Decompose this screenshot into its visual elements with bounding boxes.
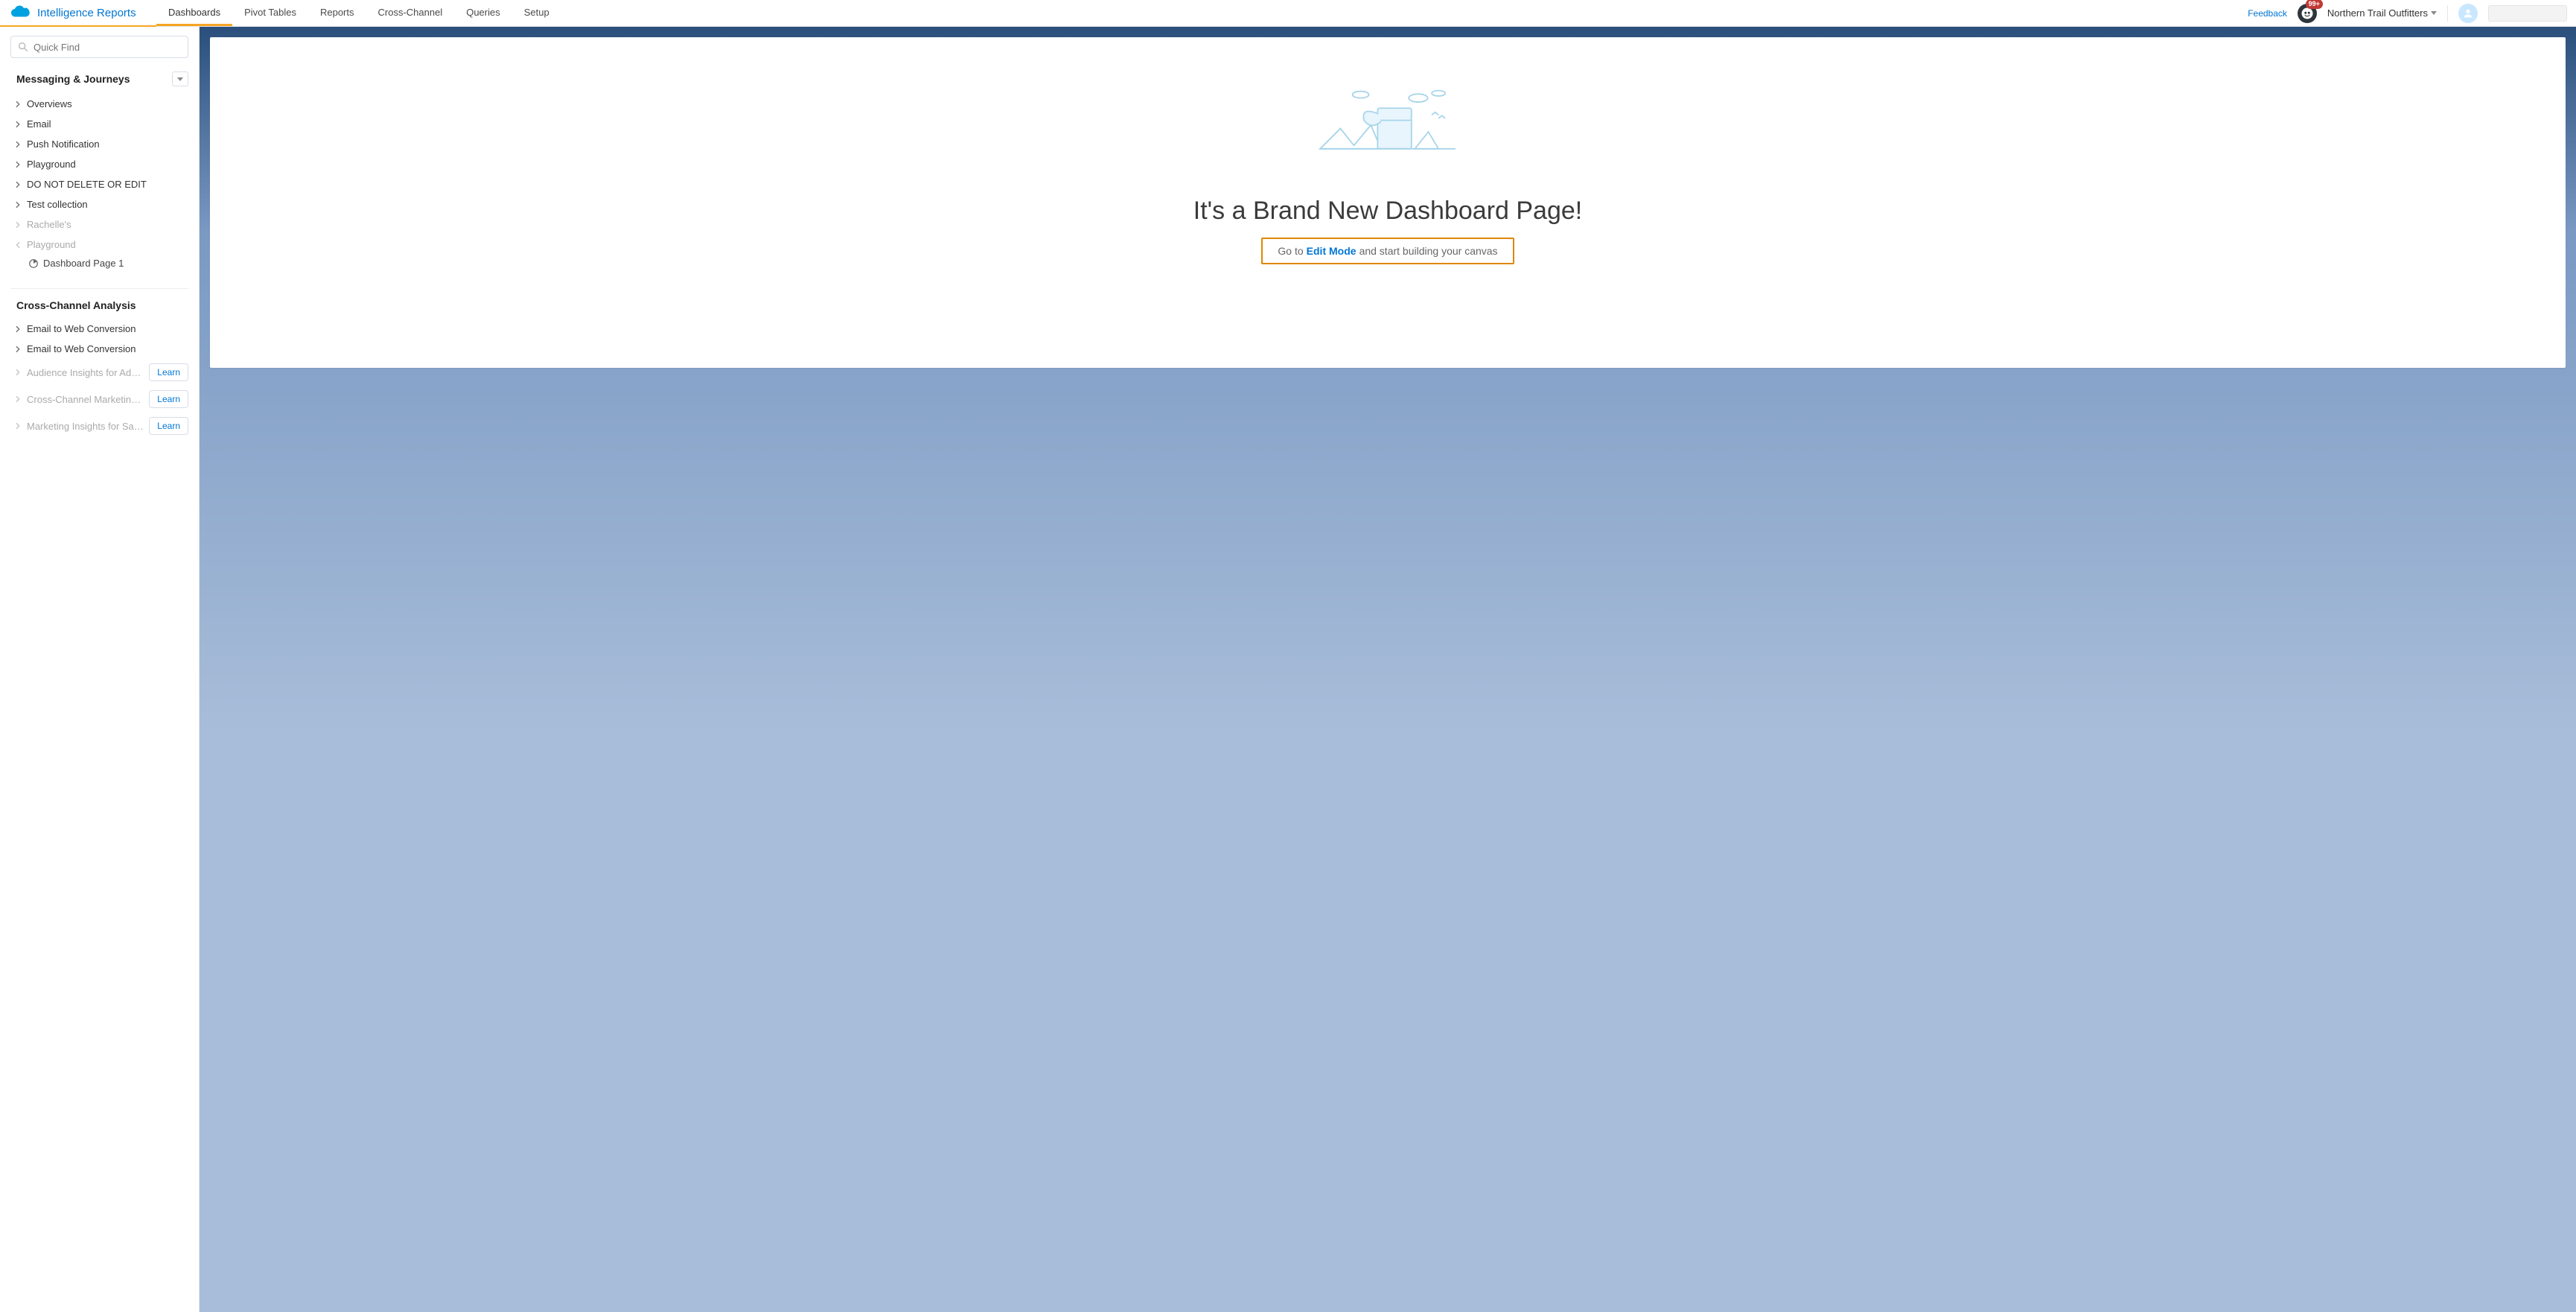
top-search-input[interactable] xyxy=(2488,5,2567,22)
sidebar-item-playground[interactable]: Playground xyxy=(6,154,193,174)
notifications-button[interactable]: 99+ xyxy=(2298,4,2317,23)
sidebar-item-label: Push Notification xyxy=(27,138,188,150)
sidebar: Messaging & Journeys Overviews Email Push … xyxy=(0,27,200,1312)
empty-state-title: It's a Brand New Dashboard Page! xyxy=(1193,197,1582,226)
top-bar: Intelligence Reports DashboardsPivot Tab… xyxy=(0,0,2576,27)
sidebar-item-push-notification[interactable]: Push Notification xyxy=(6,134,193,154)
sidebar-item-email[interactable]: Email xyxy=(6,114,193,134)
sidebar-item-rachelle-s[interactable]: Rachelle's xyxy=(6,214,193,235)
edit-mode-callout: Go to Edit Mode and start building your … xyxy=(1261,238,1514,264)
dashboard-icon xyxy=(28,258,39,269)
sidebar-item-label: Playground xyxy=(27,239,188,250)
chevron-right-icon xyxy=(13,325,22,333)
logo-area: Intelligence Reports xyxy=(0,3,156,23)
chevron-right-icon xyxy=(13,369,22,376)
learn-button[interactable]: Learn xyxy=(149,390,188,408)
tab-reports[interactable]: Reports xyxy=(308,0,366,26)
quick-find-input[interactable] xyxy=(34,42,182,53)
section-title-cross-channel: Cross-Channel Analysis xyxy=(0,292,199,316)
feedback-link[interactable]: Feedback xyxy=(2248,8,2287,19)
quick-find[interactable] xyxy=(10,36,188,58)
body: Messaging & Journeys Overviews Email Push … xyxy=(0,27,2576,1312)
sidebar-subitem-label: Dashboard Page 1 xyxy=(43,258,124,269)
chevron-right-icon xyxy=(13,161,22,168)
sidebar-item-label: Email to Web Conversion xyxy=(27,323,188,334)
notification-badge: 99+ xyxy=(2306,0,2323,9)
sidebar-item-marketing-insights-for-sal[interactable]: Marketing Insights for Sal… Learn xyxy=(6,413,193,439)
section-dropdown-button[interactable] xyxy=(172,71,188,86)
learn-button[interactable]: Learn xyxy=(149,417,188,435)
tree-messaging: Overviews Email Push Notification Playgroun… xyxy=(0,91,199,281)
main-canvas-area: It's a Brand New Dashboard Page! Go to E… xyxy=(200,27,2576,1312)
chevron-right-icon xyxy=(13,101,22,108)
divider xyxy=(2447,5,2448,22)
sidebar-item-label: Overviews xyxy=(27,98,188,109)
chevron-right-icon xyxy=(13,395,22,403)
section-title: Messaging & Journeys xyxy=(16,73,130,85)
section-header-messaging: Messaging & Journeys xyxy=(0,66,199,91)
tree-cross-channel: Email to Web Conversion Email to Web Conv… xyxy=(0,316,199,448)
chevron-right-icon xyxy=(13,121,22,128)
sidebar-item-label: Email xyxy=(27,118,188,130)
sidebar-item-cross-channel-marketing[interactable]: Cross-Channel Marketing … Learn xyxy=(6,386,193,413)
app-title: Intelligence Reports xyxy=(37,7,136,19)
chevron-down-icon xyxy=(2431,11,2437,15)
chevron-right-icon xyxy=(13,241,22,249)
tab-pivot-tables[interactable]: Pivot Tables xyxy=(232,0,308,26)
sidebar-item-label: Email to Web Conversion xyxy=(27,343,188,354)
sidebar-item-overviews[interactable]: Overviews xyxy=(6,94,193,114)
learn-button[interactable]: Learn xyxy=(149,363,188,381)
sidebar-item-label: Rachelle's xyxy=(27,219,188,230)
chevron-right-icon xyxy=(13,422,22,430)
org-picker[interactable]: Northern Trail Outfitters xyxy=(2327,7,2437,19)
sidebar-item-label: Playground xyxy=(27,159,188,170)
user-avatar[interactable] xyxy=(2458,4,2478,23)
chevron-right-icon xyxy=(13,201,22,208)
chevron-right-icon xyxy=(13,345,22,353)
sidebar-item-label: Marketing Insights for Sal… xyxy=(27,421,144,432)
sidebar-item-do-not-delete-or-edit[interactable]: DO NOT DELETE OR EDIT xyxy=(6,174,193,194)
sidebar-item-email-to-web-conversion[interactable]: Email to Web Conversion xyxy=(6,339,193,359)
tab-cross-channel[interactable]: Cross-Channel xyxy=(366,0,455,26)
person-icon xyxy=(2462,7,2474,19)
sidebar-item-label: Test collection xyxy=(27,199,188,210)
chevron-right-icon xyxy=(13,181,22,188)
sidebar-item-test-collection[interactable]: Test collection xyxy=(6,194,193,214)
tab-dashboards[interactable]: Dashboards xyxy=(156,0,232,26)
sidebar-item-label: DO NOT DELETE OR EDIT xyxy=(27,179,188,190)
sidebar-item-audience-insights-for-adv[interactable]: Audience Insights for Adv… Learn xyxy=(6,359,193,386)
chevron-right-icon xyxy=(13,141,22,148)
sidebar-item-label: Cross-Channel Marketing … xyxy=(27,394,144,405)
empty-state-illustration xyxy=(1313,80,1462,170)
chevron-right-icon xyxy=(13,221,22,229)
chevron-down-icon xyxy=(177,77,183,81)
cta-suffix: and start building your canvas xyxy=(1359,245,1498,257)
dashboard-card: It's a Brand New Dashboard Page! Go to E… xyxy=(210,37,2566,368)
divider xyxy=(10,288,188,289)
sidebar-item-label: Audience Insights for Adv… xyxy=(27,367,144,378)
cloud-icon xyxy=(9,3,31,23)
main-tabs: DashboardsPivot TablesReportsCross-Chann… xyxy=(156,0,561,26)
sidebar-item-playground[interactable]: Playground xyxy=(6,235,193,255)
search-icon xyxy=(17,41,29,53)
sidebar-subitem-dashboard-page[interactable]: Dashboard Page 1 xyxy=(6,255,193,272)
sidebar-item-email-to-web-conversion[interactable]: Email to Web Conversion xyxy=(6,319,193,339)
top-right: Feedback 99+ Northern Trail Outfitters xyxy=(2248,4,2576,23)
tab-queries[interactable]: Queries xyxy=(454,0,512,26)
tab-setup[interactable]: Setup xyxy=(512,0,561,26)
cta-prefix: Go to xyxy=(1278,245,1303,257)
org-name: Northern Trail Outfitters xyxy=(2327,7,2428,19)
edit-mode-link[interactable]: Edit Mode xyxy=(1307,245,1356,257)
